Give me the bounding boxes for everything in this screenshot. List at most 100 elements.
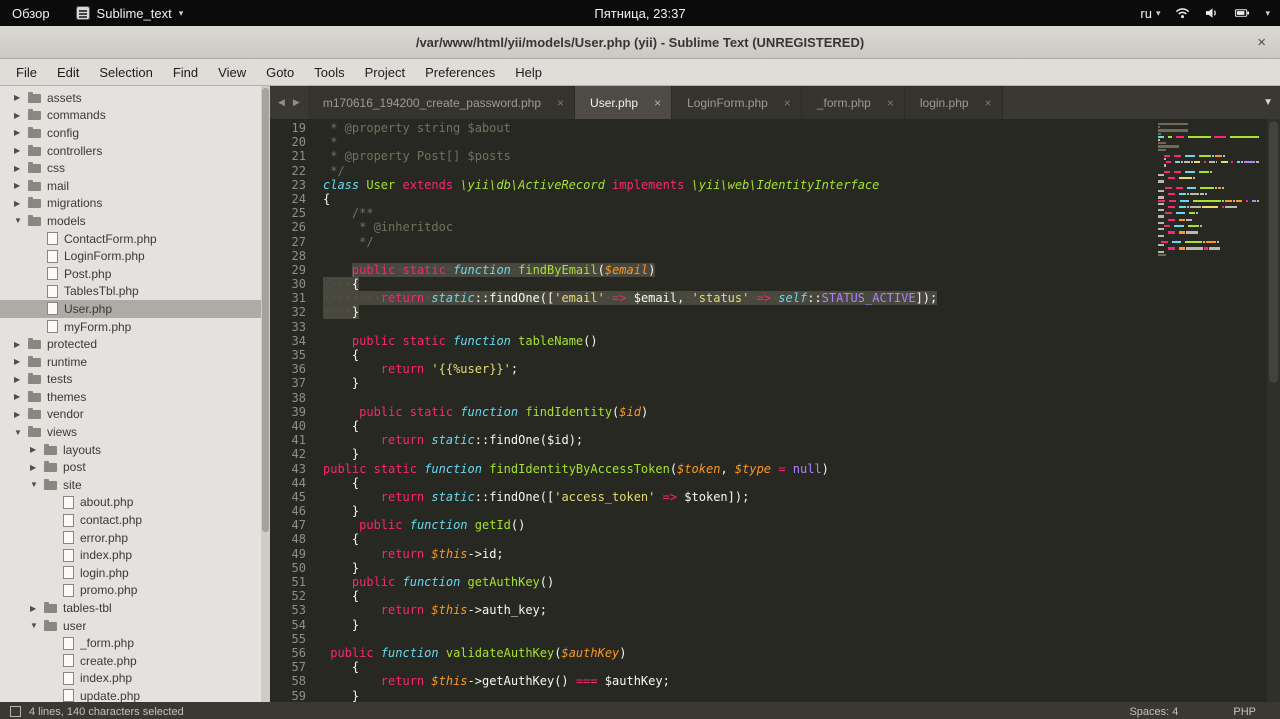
code-line-32[interactable]: 32 ····}	[270, 305, 1280, 320]
code-line-22[interactable]: 22 */	[270, 164, 1280, 178]
code-line-24[interactable]: 24 {	[270, 192, 1280, 206]
tab-close-icon[interactable]: ×	[784, 96, 791, 110]
code-line-33[interactable]: 33	[270, 320, 1280, 334]
line-number[interactable]: 47	[270, 518, 306, 532]
expand-arrow-icon[interactable]: ▶	[14, 164, 27, 173]
file-error-php[interactable]: error.php	[0, 529, 270, 547]
line-number[interactable]: 29	[270, 263, 306, 277]
code-line-58[interactable]: 58 return $this->getAuthKey() === $authK…	[270, 674, 1280, 688]
line-number[interactable]: 20	[270, 135, 306, 149]
scroll-tabs-right-icon[interactable]: ▶	[293, 97, 300, 108]
code-line-29[interactable]: 29 public·static·function·findByEmail($e…	[270, 262, 1280, 277]
volume-icon[interactable]	[1205, 7, 1220, 19]
collapse-arrow-icon[interactable]: ▼	[14, 216, 27, 225]
expand-arrow-icon[interactable]: ▶	[14, 181, 27, 190]
file-user-php[interactable]: User.php	[0, 300, 270, 318]
expand-arrow-icon[interactable]: ▶	[14, 199, 27, 208]
expand-arrow-icon[interactable]: ▶	[30, 604, 43, 613]
window-close-button[interactable]: ×	[1257, 26, 1266, 58]
folder-layouts[interactable]: ▶ layouts	[0, 441, 270, 459]
line-number[interactable]: 53	[270, 603, 306, 617]
folder-vendor[interactable]: ▶ vendor	[0, 406, 270, 424]
line-number[interactable]: 22	[270, 164, 306, 178]
code-editor[interactable]: 19 * @property string $about 20 * 21 * @pr…	[270, 119, 1280, 702]
battery-icon[interactable]	[1235, 8, 1250, 18]
line-number[interactable]: 44	[270, 476, 306, 490]
line-number[interactable]: 43	[270, 462, 306, 476]
line-number[interactable]: 31	[270, 291, 306, 305]
file-index-php[interactable]: index.php	[0, 670, 270, 688]
tab-login-php[interactable]: login.php ×	[904, 86, 1003, 119]
folder-mail[interactable]: ▶ mail	[0, 177, 270, 195]
code-line-27[interactable]: 27 */	[270, 235, 1280, 249]
file-about-php[interactable]: about.php	[0, 494, 270, 512]
indent-indicator[interactable]: Spaces: 4	[1129, 706, 1178, 718]
file-contact-php[interactable]: contact.php	[0, 511, 270, 529]
line-number[interactable]: 42	[270, 447, 306, 461]
file-update-php[interactable]: update.php	[0, 687, 270, 702]
line-number[interactable]: 38	[270, 391, 306, 405]
folder-protected[interactable]: ▶ protected	[0, 335, 270, 353]
code-line-28[interactable]: 28	[270, 249, 1280, 263]
menu-find[interactable]: Find	[163, 60, 208, 85]
folder-controllers[interactable]: ▶ controllers	[0, 142, 270, 160]
line-number[interactable]: 51	[270, 575, 306, 589]
line-number[interactable]: 36	[270, 362, 306, 376]
line-number[interactable]: 58	[270, 674, 306, 688]
folder-runtime[interactable]: ▶ runtime	[0, 353, 270, 371]
line-number[interactable]: 40	[270, 419, 306, 433]
menu-file[interactable]: File	[6, 60, 47, 85]
window-title-bar[interactable]: /var/www/html/yii/models/User.php (yii) …	[0, 26, 1280, 59]
sidebar-scrollbar-thumb[interactable]	[262, 88, 269, 532]
folder-config[interactable]: ▶ config	[0, 124, 270, 142]
line-number[interactable]: 28	[270, 249, 306, 263]
code-line-31[interactable]: 31 ········return·static::findOne(['email…	[270, 291, 1280, 306]
code-line-34[interactable]: 34 public static function tableName()	[270, 334, 1280, 348]
code-line-50[interactable]: 50 }	[270, 561, 1280, 575]
expand-arrow-icon[interactable]: ▶	[30, 463, 43, 472]
folder-themes[interactable]: ▶ themes	[0, 388, 270, 406]
line-number[interactable]: 34	[270, 334, 306, 348]
folder-post[interactable]: ▶ post	[0, 458, 270, 476]
file-login-php[interactable]: login.php	[0, 564, 270, 582]
minimap[interactable]	[1158, 123, 1260, 257]
editor-scrollbar-thumb[interactable]	[1269, 121, 1278, 384]
code-line-40[interactable]: 40 {	[270, 419, 1280, 433]
code-line-41[interactable]: 41 return static::findOne($id);	[270, 433, 1280, 447]
tab-user-php[interactable]: User.php ×	[575, 86, 673, 119]
file-form-php[interactable]: _form.php	[0, 634, 270, 652]
code-line-35[interactable]: 35 {	[270, 348, 1280, 362]
expand-arrow-icon[interactable]: ▶	[14, 357, 27, 366]
tab-loginform-php[interactable]: LoginForm.php ×	[672, 86, 802, 119]
line-number[interactable]: 56	[270, 646, 306, 660]
expand-arrow-icon[interactable]: ▶	[14, 128, 27, 137]
expand-arrow-icon[interactable]: ▶	[14, 340, 27, 349]
line-number[interactable]: 26	[270, 220, 306, 234]
code-line-36[interactable]: 36 return '{{%user}}';	[270, 362, 1280, 376]
line-number[interactable]: 25	[270, 206, 306, 220]
line-number[interactable]: 23	[270, 178, 306, 192]
line-number[interactable]: 45	[270, 490, 306, 504]
system-menu-chevron-icon[interactable]: ▾	[1265, 8, 1270, 19]
file-tablestbl-php[interactable]: TablesTbl.php	[0, 283, 270, 301]
collapse-arrow-icon[interactable]: ▼	[30, 480, 43, 489]
collapse-arrow-icon[interactable]: ▼	[30, 621, 43, 630]
file-index-php[interactable]: index.php	[0, 546, 270, 564]
tab-m170616-194200-create-password-php[interactable]: m170616_194200_create_password.php ×	[307, 86, 576, 119]
editor-scrollbar[interactable]	[1267, 119, 1280, 702]
line-number[interactable]: 27	[270, 235, 306, 249]
code-line-43[interactable]: 43 public static function findIdentityByA…	[270, 462, 1280, 476]
folder-user[interactable]: ▼ user	[0, 617, 270, 635]
code-line-47[interactable]: 47 public function getId()	[270, 518, 1280, 532]
code-line-45[interactable]: 45 return static::findOne(['access_token…	[270, 490, 1280, 504]
line-number[interactable]: 46	[270, 504, 306, 518]
line-number[interactable]: 32	[270, 305, 306, 319]
menu-edit[interactable]: Edit	[47, 60, 89, 85]
code-line-19[interactable]: 19 * @property string $about	[270, 121, 1280, 135]
line-number[interactable]: 37	[270, 376, 306, 390]
activities-button[interactable]: Обзор	[12, 6, 50, 21]
line-number[interactable]: 54	[270, 618, 306, 632]
file-loginform-php[interactable]: LoginForm.php	[0, 247, 270, 265]
menu-view[interactable]: View	[208, 60, 256, 85]
line-number[interactable]: 52	[270, 589, 306, 603]
